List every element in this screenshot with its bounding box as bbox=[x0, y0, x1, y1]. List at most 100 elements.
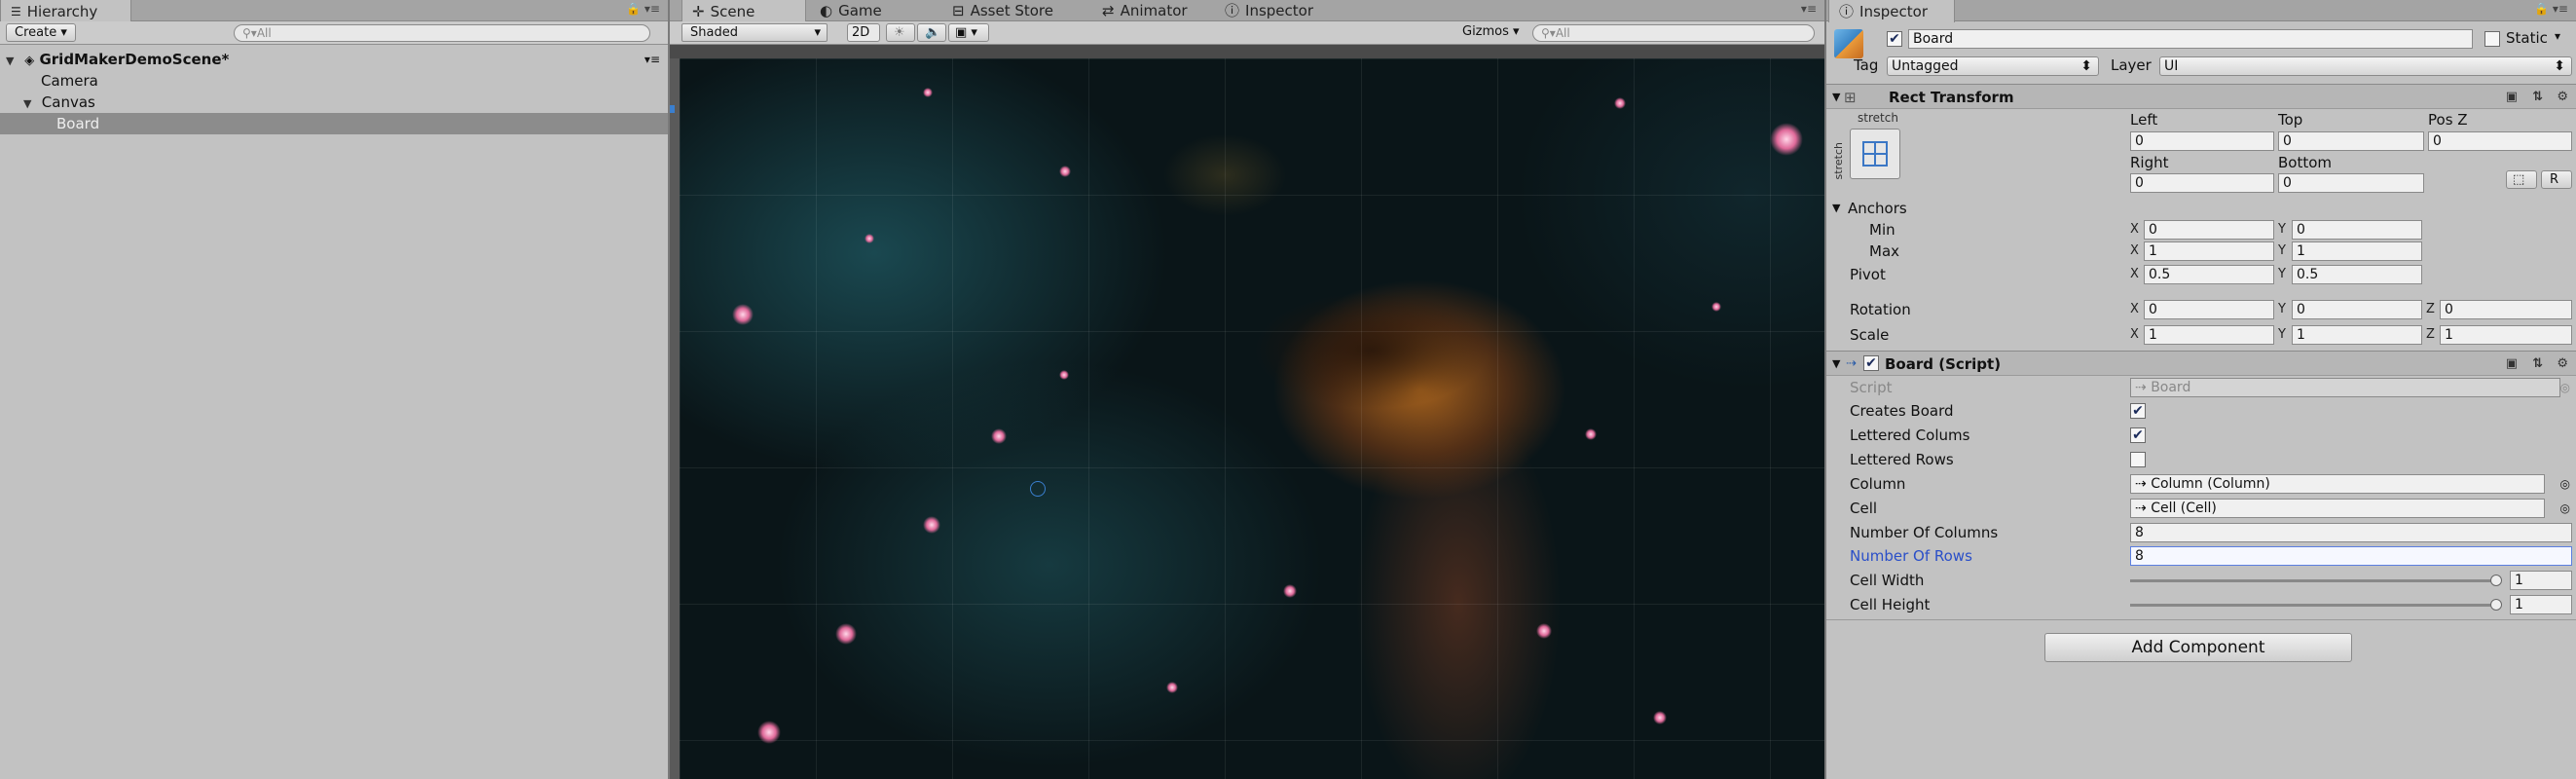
posz-field[interactable]: 0 bbox=[2428, 131, 2572, 151]
gizmos-dropdown[interactable]: Gizmos ▾ bbox=[1456, 23, 1528, 42]
anchor-min-y-field[interactable]: 0 bbox=[2292, 220, 2422, 240]
panel-menu-icon[interactable]: 🔒 ▾≡ bbox=[626, 2, 660, 16]
top-field[interactable]: 0 bbox=[2278, 131, 2424, 151]
gear-icon[interactable]: ⚙ bbox=[2557, 85, 2568, 110]
bottom-label: Bottom bbox=[2278, 154, 2333, 171]
scene-search-input[interactable]: ⚲▾All bbox=[1532, 24, 1815, 42]
component-enabled-checkbox[interactable]: ✔ bbox=[1863, 355, 1879, 371]
anchors-foldout[interactable]: ▼ Anchors bbox=[1826, 197, 2576, 220]
number-of-rows-field[interactable]: 8 bbox=[2130, 546, 2572, 566]
object-name-field[interactable]: Board bbox=[1908, 29, 2473, 49]
scale-x-field[interactable]: 1 bbox=[2144, 325, 2274, 345]
script-reference-field: ⇢ Board bbox=[2130, 378, 2560, 397]
hierarchy-item-camera[interactable]: Camera bbox=[0, 70, 668, 92]
tab-inspector-secondary[interactable]: ⓘ Inspector bbox=[1215, 0, 1323, 21]
pivot-x-field[interactable]: 0.5 bbox=[2144, 265, 2274, 284]
lettered-rows-checkbox[interactable] bbox=[2130, 452, 2146, 467]
tab-game[interactable]: ◐ Game bbox=[810, 0, 892, 21]
board-script-header[interactable]: ▼ ⇢ ✔ Board (Script) ▣ ⇅ ⚙ bbox=[1826, 351, 2576, 376]
raw-edit-button[interactable]: R bbox=[2541, 170, 2572, 189]
panel-menu-icon[interactable]: ▾≡ bbox=[1801, 2, 1817, 16]
number-of-columns-field[interactable]: 8 bbox=[2130, 523, 2572, 542]
tag-dropdown[interactable]: Untagged ⬍ bbox=[1887, 56, 2099, 76]
gear-icon[interactable]: ⚙ bbox=[2557, 352, 2568, 377]
anchor-presets-button[interactable] bbox=[1850, 129, 1900, 179]
audio-toggle-icon[interactable]: 🔈 bbox=[917, 23, 946, 42]
scale-z-field[interactable]: 1 bbox=[2440, 325, 2572, 345]
info-icon: ⓘ bbox=[1225, 2, 1240, 19]
left-field[interactable]: 0 bbox=[2130, 131, 2274, 151]
tab-inspector[interactable]: ⓘ Inspector bbox=[1828, 0, 1955, 22]
rotation-x-field[interactable]: 0 bbox=[2144, 300, 2274, 319]
2d-toggle-button[interactable]: 2D bbox=[847, 23, 880, 42]
blueprint-mode-button[interactable]: ⬚ bbox=[2506, 170, 2537, 189]
expand-triangle-icon[interactable]: ▼ bbox=[6, 51, 19, 72]
tab-animator[interactable]: ⇄ Animator bbox=[1092, 0, 1197, 21]
object-picker-icon[interactable]: ◎ bbox=[2560, 472, 2570, 496]
hierarchy-item-canvas[interactable]: ▼ Canvas bbox=[0, 92, 668, 113]
preset-icon[interactable]: ⇅ bbox=[2532, 352, 2543, 377]
effects-dropdown-icon[interactable]: ▣ ▾ bbox=[948, 23, 989, 42]
static-dropdown-icon[interactable]: ▾ bbox=[2555, 29, 2560, 43]
scene-panel: ✛ Scene ◐ Game ⊟ Asset Store ⇄ Animator ⓘ Ins… bbox=[670, 0, 1824, 779]
bottom-field[interactable]: 0 bbox=[2278, 173, 2424, 193]
pivot-y-field[interactable]: 0.5 bbox=[2292, 265, 2422, 284]
layer-dropdown[interactable]: UI ⬍ bbox=[2159, 56, 2572, 76]
cell-width-slider[interactable] bbox=[2130, 579, 2496, 582]
rotation-y-field[interactable]: 0 bbox=[2292, 300, 2422, 319]
anchor-min-x-field[interactable]: 0 bbox=[2144, 220, 2274, 240]
column-object-field[interactable]: ⇢ Column (Column) bbox=[2130, 474, 2545, 494]
anchor-max-x-field[interactable]: 1 bbox=[2144, 241, 2274, 261]
add-component-button[interactable]: Add Component bbox=[2044, 633, 2352, 662]
y-label: Y bbox=[2278, 302, 2286, 316]
static-checkbox[interactable] bbox=[2484, 31, 2500, 47]
rect-handle[interactable] bbox=[670, 105, 675, 113]
cell-object-field[interactable]: ⇢ Cell (Cell) bbox=[2130, 499, 2545, 518]
divider bbox=[1826, 619, 2576, 620]
shading-dropdown[interactable]: Shaded ▾ bbox=[681, 23, 828, 42]
preset-icon[interactable]: ⇅ bbox=[2532, 85, 2543, 110]
creates-board-checkbox[interactable]: ✔ bbox=[2130, 403, 2146, 419]
panel-menu-icon[interactable]: 🔒 ▾≡ bbox=[2534, 2, 2568, 16]
cell-row: Cell ⇢ Cell (Cell) ◎ bbox=[1826, 497, 2576, 520]
expand-triangle-icon[interactable]: ▼ bbox=[23, 93, 37, 115]
anchor-max-y-field[interactable]: 1 bbox=[2292, 241, 2422, 261]
create-button[interactable]: Create ▾ bbox=[6, 23, 76, 42]
object-picker-icon: ◎ bbox=[2559, 381, 2570, 394]
cell-height-slider[interactable] bbox=[2130, 604, 2496, 607]
active-checkbox[interactable]: ✔ bbox=[1887, 31, 1902, 47]
collapse-triangle-icon[interactable]: ▼ bbox=[1832, 352, 1840, 377]
right-label: Right bbox=[2130, 154, 2169, 171]
book-help-icon[interactable]: ▣ bbox=[2506, 85, 2518, 110]
rotation-z-field[interactable]: 0 bbox=[2440, 300, 2572, 319]
lettered-columns-checkbox[interactable]: ✔ bbox=[2130, 427, 2146, 443]
tab-hierarchy[interactable]: ☰ Hierarchy bbox=[0, 0, 131, 22]
number-of-rows-row: Number Of Rows 8 bbox=[1826, 544, 2576, 568]
prefab-icon: ⇢ bbox=[2135, 501, 2152, 516]
scene-root-item[interactable]: ▼ ◈ GridMakerDemoScene* ▾≡ bbox=[0, 49, 668, 70]
anchor-preset-icon bbox=[1862, 141, 1888, 167]
scene-menu-icon[interactable]: ▾≡ bbox=[644, 49, 660, 70]
collapse-triangle-icon[interactable]: ▼ bbox=[1832, 197, 1840, 220]
scene-viewport[interactable] bbox=[680, 58, 1824, 779]
pivot-handle[interactable] bbox=[1030, 481, 1046, 497]
book-help-icon[interactable]: ▣ bbox=[2506, 352, 2518, 377]
anchor-stretch-label: stretch bbox=[1858, 111, 1898, 125]
lighting-toggle-icon[interactable]: ☀ bbox=[886, 23, 915, 42]
object-picker-icon[interactable]: ◎ bbox=[2560, 497, 2570, 520]
cell-height-field[interactable]: 1 bbox=[2510, 595, 2572, 614]
rect-transform-header[interactable]: ▼ ⊞ Rect Transform ▣ ⇅ ⚙ bbox=[1826, 84, 2576, 109]
hierarchy-search-input[interactable]: ⚲▾All bbox=[234, 24, 650, 42]
pivot-row: Pivot X 0.5 Y 0.5 bbox=[1826, 263, 2576, 286]
scale-y-field[interactable]: 1 bbox=[2292, 325, 2422, 345]
tab-asset-store[interactable]: ⊟ Asset Store bbox=[942, 0, 1063, 21]
hierarchy-tabbar: ☰ Hierarchy 🔒 ▾≡ bbox=[0, 0, 668, 22]
right-field[interactable]: 0 bbox=[2130, 173, 2274, 193]
cell-width-field[interactable]: 1 bbox=[2510, 571, 2572, 590]
cell-height-slider-knob[interactable] bbox=[2490, 599, 2502, 611]
cell-width-slider-knob[interactable] bbox=[2490, 575, 2502, 586]
tab-scene[interactable]: ✛ Scene bbox=[681, 0, 806, 22]
collapse-triangle-icon[interactable]: ▼ bbox=[1832, 85, 1840, 110]
static-label: Static bbox=[2506, 29, 2548, 47]
hierarchy-item-board[interactable]: Board bbox=[0, 113, 668, 134]
